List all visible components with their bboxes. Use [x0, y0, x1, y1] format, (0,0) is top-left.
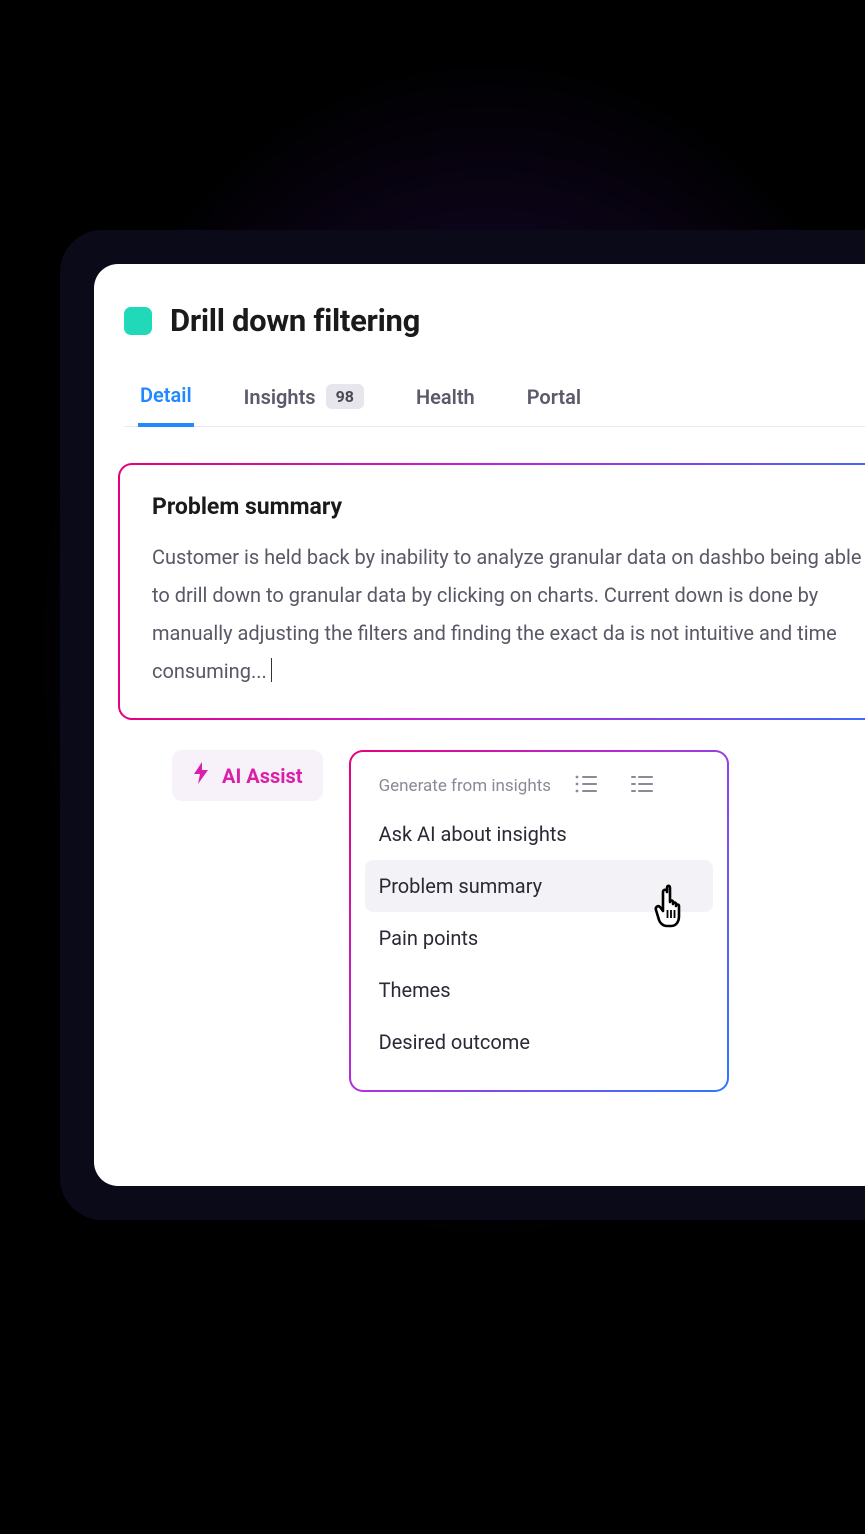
- tab-insights-badge: 98: [326, 384, 364, 409]
- ai-assist-label: AI Assist: [222, 764, 303, 788]
- page-title: Drill down filtering: [170, 302, 420, 339]
- dropdown-header: Generate from insights: [365, 770, 713, 808]
- list-format-toolbar: [574, 774, 654, 794]
- tab-label: Detail: [140, 383, 192, 407]
- tab-bar: Detail Insights 98 Health Portal: [124, 377, 865, 427]
- numbered-list-icon[interactable]: [630, 774, 654, 794]
- ai-assist-button[interactable]: AI Assist: [172, 750, 323, 801]
- page-color-swatch[interactable]: [124, 307, 152, 335]
- problem-summary-text: Customer is held back by inability to an…: [152, 538, 865, 690]
- dropdown-item-themes[interactable]: Themes: [365, 964, 713, 1016]
- problem-summary-card[interactable]: Problem summary Customer is held back by…: [118, 463, 865, 720]
- bolt-icon: [192, 762, 210, 789]
- bulleted-list-icon[interactable]: [574, 774, 598, 794]
- tab-portal[interactable]: Portal: [525, 379, 583, 425]
- tab-insights[interactable]: Insights 98: [242, 378, 366, 425]
- device-frame: Drill down filtering Detail Insights 98 …: [60, 230, 865, 1220]
- dropdown-item-pain-points[interactable]: Pain points: [365, 912, 713, 964]
- tab-health[interactable]: Health: [414, 379, 477, 425]
- dropdown-item-desired-outcome[interactable]: Desired outcome: [365, 1016, 713, 1068]
- dropdown-item-ask-ai[interactable]: Ask AI about insights: [365, 808, 713, 860]
- tab-label: Insights: [244, 385, 316, 409]
- tab-label: Health: [416, 385, 475, 409]
- problem-summary-body: Customer is held back by inability to an…: [152, 545, 861, 683]
- app-window: Drill down filtering Detail Insights 98 …: [94, 264, 865, 1186]
- tab-label: Portal: [527, 385, 581, 409]
- dropdown-item-problem-summary[interactable]: Problem summary: [365, 860, 713, 912]
- tab-detail[interactable]: Detail: [138, 377, 194, 427]
- ai-assist-dropdown: Generate from insights Ask AI about insi…: [349, 750, 729, 1092]
- page-header: Drill down filtering: [124, 302, 865, 339]
- problem-summary-heading: Problem summary: [152, 493, 865, 520]
- text-caret: [271, 658, 273, 682]
- ai-assist-row: AI Assist Generate from insights Ask AI …: [172, 750, 865, 1092]
